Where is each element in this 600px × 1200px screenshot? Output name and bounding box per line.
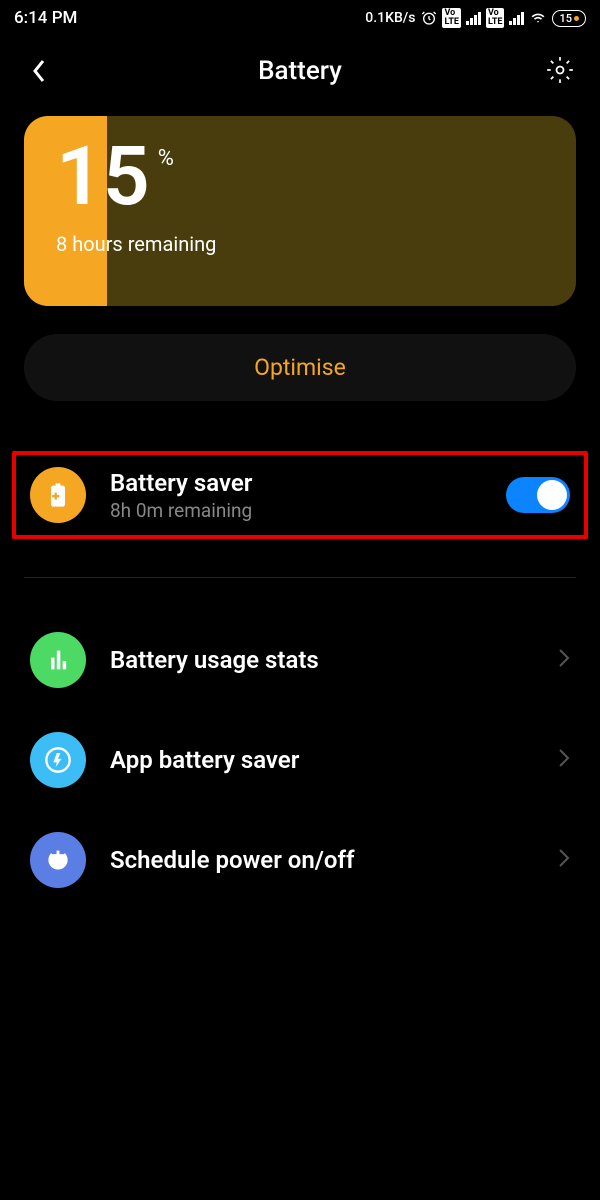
- app-battery-saver-item[interactable]: App battery saver: [24, 710, 576, 810]
- page-title: Battery: [258, 56, 342, 86]
- battery-usage-stats-item[interactable]: Battery usage stats: [24, 610, 576, 710]
- status-indicators: 0.1KB/s VoLTE VoLTE 15: [365, 8, 586, 28]
- optimise-button[interactable]: Optimise: [24, 334, 576, 401]
- header: Battery: [0, 36, 600, 116]
- highlight-annotation: Battery saver 8h 0m remaining: [12, 451, 588, 539]
- power-icon: [30, 832, 86, 888]
- app-saver-icon: [30, 732, 86, 788]
- wifi-icon: [529, 11, 547, 25]
- settings-button[interactable]: [546, 56, 576, 86]
- battery-saver-subtitle: 8h 0m remaining: [110, 499, 506, 522]
- battery-level-card: 15 % 8 hours remaining: [24, 116, 576, 306]
- signal-icon-2: [509, 11, 524, 25]
- status-bar: 6:14 PM 0.1KB/s VoLTE VoLTE 15: [0, 0, 600, 36]
- volte-icon-2: VoLTE: [486, 8, 505, 28]
- menu-label: App battery saver: [110, 746, 558, 774]
- menu-label: Schedule power on/off: [110, 846, 558, 874]
- alarm-icon: [421, 10, 437, 26]
- chevron-right-icon: [558, 846, 570, 874]
- divider: [24, 577, 576, 578]
- volte-icon-1: VoLTE: [442, 8, 461, 28]
- status-time: 6:14 PM: [14, 8, 77, 28]
- schedule-power-item[interactable]: Schedule power on/off: [24, 810, 576, 910]
- status-icons: VoLTE VoLTE 15: [421, 8, 586, 28]
- stats-icon: [30, 632, 86, 688]
- gear-icon: [546, 56, 574, 84]
- battery-saver-icon: [30, 467, 86, 523]
- chevron-right-icon: [558, 646, 570, 674]
- battery-percent: 15 %: [56, 136, 544, 218]
- battery-saver-title: Battery saver: [110, 469, 506, 497]
- chevron-right-icon: [558, 746, 570, 774]
- back-button[interactable]: [24, 56, 54, 86]
- battery-indicator: 15: [552, 10, 586, 27]
- battery-time-remaining: 8 hours remaining: [56, 232, 544, 256]
- menu-label: Battery usage stats: [110, 646, 558, 674]
- network-speed: 0.1KB/s: [365, 10, 415, 26]
- battery-saver-row[interactable]: Battery saver 8h 0m remaining: [24, 467, 576, 523]
- signal-icon-1: [466, 11, 481, 25]
- back-icon: [31, 57, 47, 85]
- battery-saver-toggle[interactable]: [506, 477, 570, 513]
